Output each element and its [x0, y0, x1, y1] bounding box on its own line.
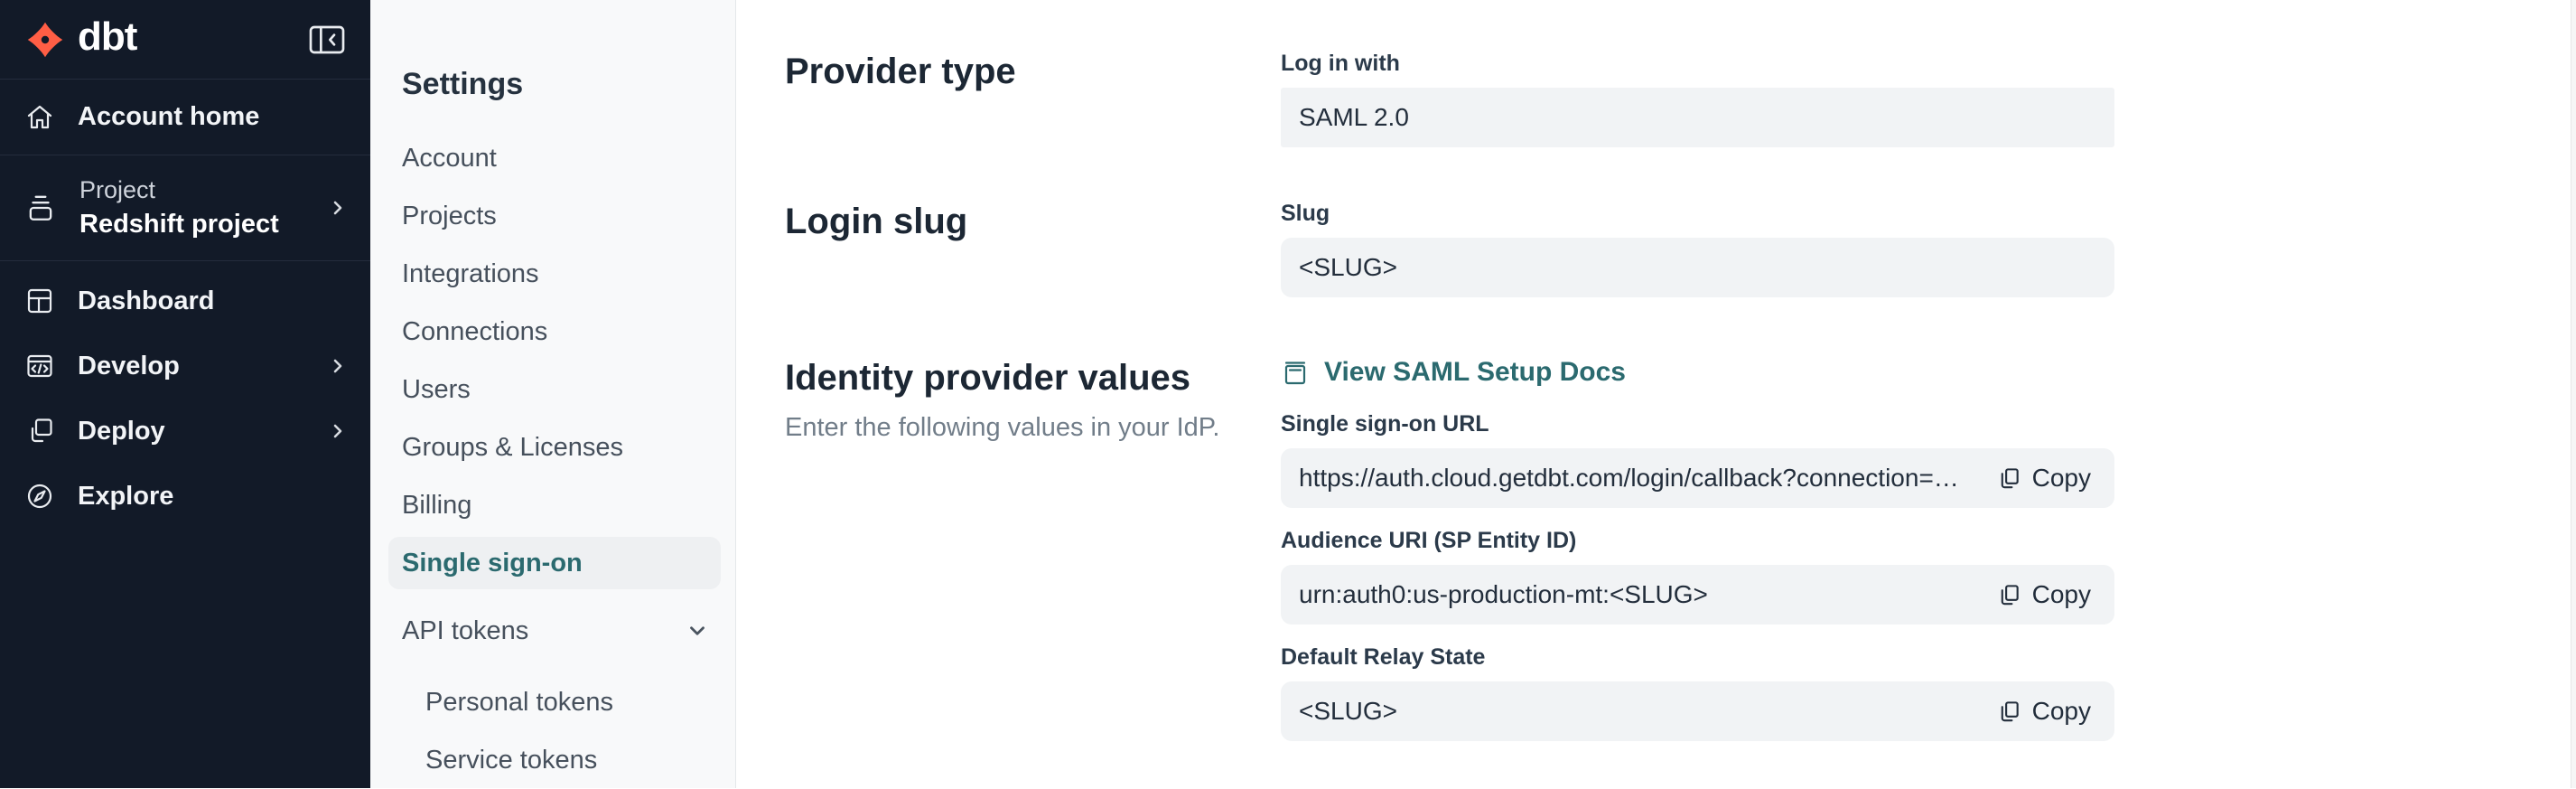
project-kicker: Project [79, 176, 279, 204]
sidebar-item-account-home[interactable]: Account home [0, 80, 370, 155]
sso-url-row: Single sign-on URL https://auth.cloud.ge… [1281, 411, 2114, 508]
develop-icon [25, 352, 54, 380]
dbt-logo-icon [25, 20, 65, 60]
sso-url-label: Single sign-on URL [1281, 411, 2114, 437]
sidebar-menu: Dashboard Develop Deploy [0, 261, 370, 529]
project-stack-icon [25, 193, 56, 223]
sidebar-item-develop[interactable]: Develop [0, 333, 370, 399]
view-saml-setup-docs-link[interactable]: View SAML Setup Docs [1281, 357, 2114, 388]
copy-label: Copy [2032, 580, 2091, 609]
scrollbar[interactable] [2571, 0, 2576, 788]
default-relay-state-label: Default Relay State [1281, 644, 2114, 671]
project-name: Redshift project [79, 210, 279, 240]
copy-icon [1997, 700, 2021, 724]
primary-sidebar: dbt Account home Project Redshift projec… [0, 0, 370, 788]
settings-nav-item-service-tokens[interactable]: Service tokens [425, 731, 735, 789]
audience-uri-value: urn:auth0:us-production-mt:<SLUG> [1299, 580, 1708, 609]
sidebar-item-project[interactable]: Project Redshift project [0, 155, 370, 261]
settings-nav-list: Account Projects Integrations Connection… [402, 129, 735, 789]
copy-label: Copy [2032, 464, 2091, 493]
login-slug-heading: Login slug [785, 201, 1281, 242]
collapse-icon [309, 25, 345, 54]
sidebar-item-label: Deploy [78, 417, 165, 446]
sidebar-item-explore[interactable]: Explore [0, 464, 370, 529]
copy-label: Copy [2032, 697, 2091, 726]
api-tokens-label: API tokens [402, 616, 528, 646]
chevron-right-icon [327, 197, 349, 219]
home-icon [25, 103, 54, 132]
chevron-right-icon [327, 355, 349, 377]
sso-url-value: https://auth.cloud.getdbt.com/login/call… [1299, 464, 1970, 493]
provider-type-heading: Provider type [785, 51, 1281, 92]
chevron-down-icon [686, 619, 709, 643]
sidebar-item-label: Develop [78, 352, 180, 381]
copy-icon [1997, 466, 2021, 491]
audience-uri-label: Audience URI (SP Entity ID) [1281, 528, 2114, 554]
project-labels: Project Redshift project [79, 176, 279, 240]
dbt-logo[interactable]: dbt [25, 17, 136, 62]
provider-type-section: Provider type Log in with SAML 2.0 [785, 51, 2576, 147]
collapse-sidebar-button[interactable] [309, 25, 345, 54]
copy-icon [1997, 583, 2021, 607]
log-in-with-value: SAML 2.0 [1299, 103, 1409, 132]
slug-field[interactable]: <SLUG> [1281, 238, 2114, 297]
settings-nav-item-integrations[interactable]: Integrations [402, 245, 735, 303]
settings-nav: Settings Account Projects Integrations C… [370, 0, 736, 788]
brand-name: dbt [78, 17, 136, 62]
slug-value: <SLUG> [1299, 253, 1397, 282]
sso-url-field: https://auth.cloud.getdbt.com/login/call… [1281, 448, 2114, 508]
deploy-icon [25, 417, 54, 446]
settings-title: Settings [402, 67, 735, 102]
sidebar-item-label: Dashboard [78, 286, 214, 316]
sidebar-item-deploy[interactable]: Deploy [0, 399, 370, 464]
dashboard-icon [25, 286, 54, 315]
copy-audience-uri-button[interactable]: Copy [1997, 580, 2091, 609]
idp-subtitle: Enter the following values in your IdP. [785, 413, 1281, 443]
sidebar-item-label: Explore [78, 482, 173, 512]
idp-heading: Identity provider values [785, 357, 1281, 399]
settings-nav-item-personal-tokens[interactable]: Personal tokens [425, 673, 735, 731]
copy-default-relay-state-button[interactable]: Copy [1997, 697, 2091, 726]
docs-icon [1281, 358, 1310, 387]
main-content: Provider type Log in with SAML 2.0 Login… [736, 0, 2576, 788]
logo-row: dbt [0, 0, 370, 80]
settings-nav-item-connections[interactable]: Connections [402, 303, 735, 361]
copy-sso-url-button[interactable]: Copy [1997, 464, 2091, 493]
log-in-with-field[interactable]: SAML 2.0 [1281, 88, 2114, 147]
sidebar-item-dashboard[interactable]: Dashboard [0, 268, 370, 333]
identity-provider-values-section: Identity provider values Enter the follo… [785, 357, 2576, 761]
settings-nav-item-api-tokens[interactable]: API tokens [402, 602, 709, 660]
log-in-with-label: Log in with [1281, 51, 2114, 77]
explore-icon [25, 482, 54, 511]
settings-nav-item-projects[interactable]: Projects [402, 187, 735, 245]
audience-uri-field: urn:auth0:us-production-mt:<SLUG> Copy [1281, 565, 2114, 625]
slug-label: Slug [1281, 201, 2114, 227]
sidebar-item-label: Account home [78, 102, 259, 132]
docs-link-label: View SAML Setup Docs [1324, 357, 1626, 388]
settings-nav-item-single-sign-on[interactable]: Single sign-on [388, 537, 721, 589]
settings-nav-item-groups-licenses[interactable]: Groups & Licenses [402, 418, 735, 476]
default-relay-state-value: <SLUG> [1299, 697, 1397, 726]
login-slug-section: Login slug Slug <SLUG> [785, 201, 2576, 297]
audience-uri-row: Audience URI (SP Entity ID) urn:auth0:us… [1281, 528, 2114, 625]
default-relay-state-field: <SLUG> Copy [1281, 681, 2114, 741]
settings-nav-item-users[interactable]: Users [402, 361, 735, 418]
settings-nav-item-account[interactable]: Account [402, 129, 735, 187]
chevron-right-icon [327, 420, 349, 442]
default-relay-state-row: Default Relay State <SLUG> Copy [1281, 644, 2114, 741]
settings-nav-item-billing[interactable]: Billing [402, 476, 735, 534]
